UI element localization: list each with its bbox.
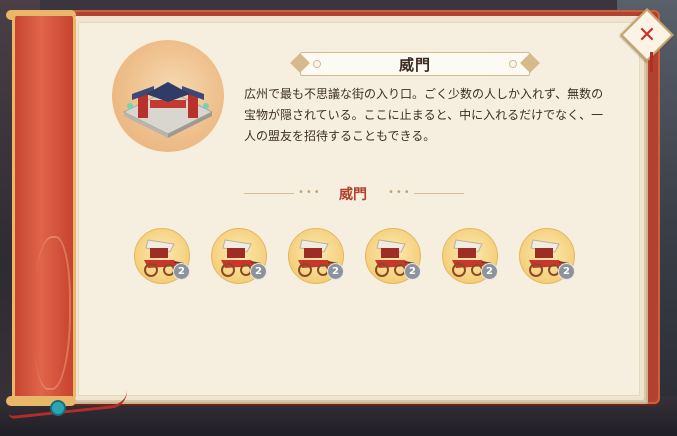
divider-right — [414, 193, 464, 194]
divider-left — [244, 193, 294, 194]
item-count-badge: 2 — [173, 263, 190, 280]
close-icon[interactable]: ✕ — [630, 18, 664, 52]
item-count-badge: 2 — [481, 263, 498, 280]
title-banner: 威門 — [300, 52, 530, 76]
item-count-badge: 2 — [250, 263, 267, 280]
section-title: 威門 — [339, 187, 367, 203]
scroll-decoration — [12, 16, 76, 400]
item-count-badge: 2 — [327, 263, 344, 280]
tassel-bead-icon — [50, 400, 66, 416]
swirl-pattern — [33, 236, 71, 390]
divider-dots-right: ••• — [388, 187, 412, 198]
reward-item[interactable]: 2 — [442, 228, 498, 284]
gate-building-icon — [122, 82, 214, 138]
item-count-badge: 2 — [558, 263, 575, 280]
reward-item[interactable]: 2 — [288, 228, 344, 284]
close-tassel — [650, 52, 653, 72]
dialog-description: 広州で最も不思議な街の入り口。ごく少数の人しか入れず、無数の宝物が隠されている。… — [244, 87, 604, 143]
reward-item[interactable]: 2 — [211, 228, 267, 284]
divider-dots-left: ••• — [298, 187, 322, 198]
reward-item[interactable]: 2 — [134, 228, 190, 284]
banner-ornament-icon — [509, 60, 517, 68]
reward-item[interactable]: 2 — [519, 228, 575, 284]
reward-item[interactable]: 2 — [365, 228, 421, 284]
item-count-badge: 2 — [404, 263, 421, 280]
banner-ornament-icon — [313, 60, 321, 68]
dialog-title: 威門 — [398, 55, 431, 74]
